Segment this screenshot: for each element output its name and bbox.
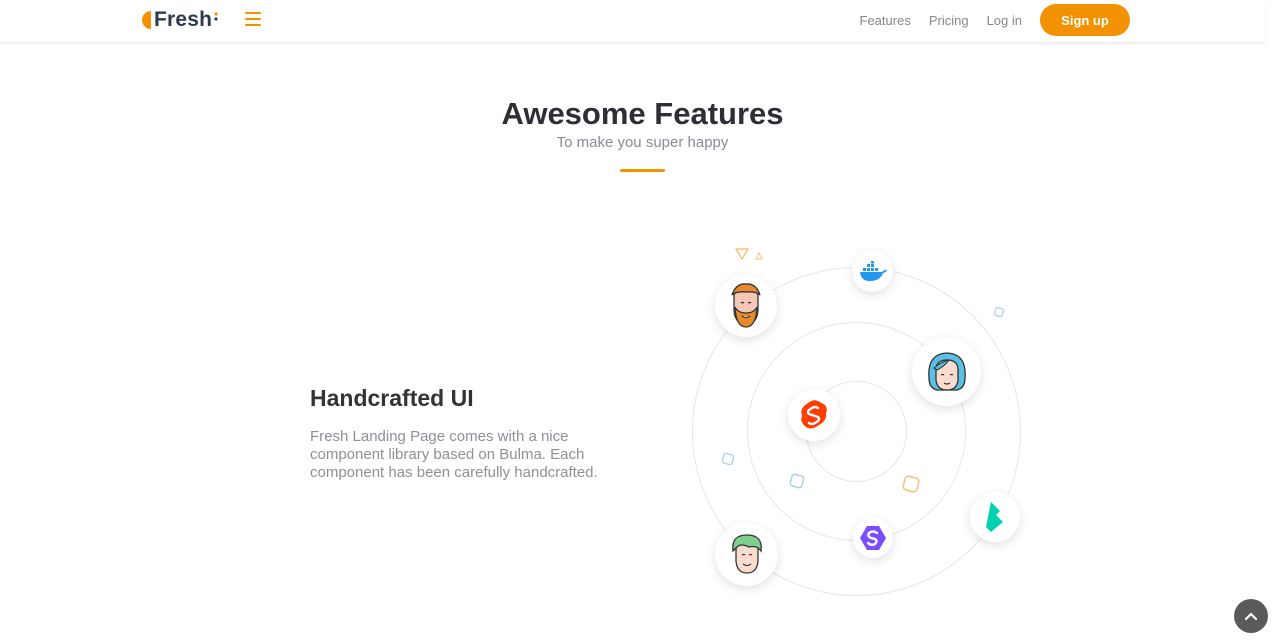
hamburger-menu-icon[interactable] (245, 12, 261, 26)
square-deco-icon (902, 475, 920, 493)
bulma-icon (970, 492, 1020, 542)
bearded-man-avatar (715, 275, 777, 337)
nav-link-login[interactable]: Log in (987, 13, 1022, 28)
feature-description: Fresh Landing Page comes with a nice com… (310, 428, 598, 481)
section-subtitle: To make you super happy (556, 134, 729, 151)
brand-logo[interactable]: Fresh (140, 8, 219, 32)
scroll-to-top-button[interactable] (1234, 599, 1268, 633)
nav-links: Features Pricing Log in Sign up (860, 4, 1130, 36)
square-deco-icon (789, 473, 805, 489)
square-deco-icon (993, 306, 1005, 318)
signup-button[interactable]: Sign up (1040, 4, 1130, 36)
woman-avatar (912, 337, 981, 406)
docker-icon (852, 251, 893, 292)
svelte-icon (788, 389, 840, 441)
brand-name: Fresh (154, 8, 213, 31)
title-divider (620, 169, 665, 172)
triangle-deco-icon (735, 248, 749, 260)
square-deco-icon (721, 452, 735, 466)
feature-title: Handcrafted UI (310, 385, 474, 411)
stimulus-icon (853, 518, 893, 558)
brand-logo-icon (142, 11, 151, 29)
section-title: Awesome Features (501, 96, 784, 131)
small-triangle-deco-icon (755, 252, 763, 260)
nav-link-pricing[interactable]: Pricing (929, 13, 969, 28)
chevron-up-icon (1244, 612, 1258, 621)
nav-link-features[interactable]: Features (860, 13, 911, 28)
man-avatar (715, 523, 778, 586)
navbar: Fresh Features Pricing Log in Sign up (0, 0, 1265, 43)
brand-logo-dots-icon (214, 12, 218, 21)
